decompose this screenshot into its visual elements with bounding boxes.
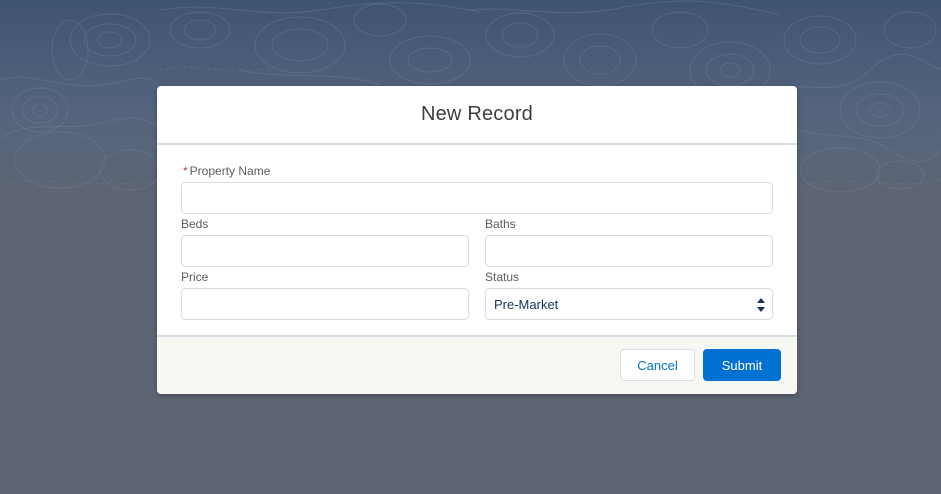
cancel-button[interactable]: Cancel bbox=[620, 349, 695, 381]
property-name-input[interactable] bbox=[181, 182, 773, 214]
required-marker: * bbox=[183, 164, 188, 178]
status-label: Status bbox=[485, 270, 520, 284]
baths-input[interactable] bbox=[485, 235, 773, 267]
submit-button[interactable]: Submit bbox=[703, 349, 781, 381]
property-name-label-text: Property Name bbox=[189, 164, 271, 178]
modal-body: * Property Name Beds Baths Price Status P… bbox=[157, 145, 797, 335]
modal-title: New Record bbox=[420, 103, 534, 125]
baths-label: Baths bbox=[485, 217, 516, 231]
status-selected-value: Pre-Market bbox=[494, 296, 559, 312]
status-select[interactable]: Pre-Market bbox=[485, 288, 773, 320]
modal-header: New Record bbox=[157, 86, 797, 145]
select-arrows-icon bbox=[757, 298, 765, 312]
property-name-label: * Property Name bbox=[183, 164, 270, 178]
beds-label: Beds bbox=[181, 217, 209, 231]
price-label: Price bbox=[181, 270, 209, 284]
price-input[interactable] bbox=[181, 288, 469, 320]
new-record-modal: New Record * Property Name Beds Baths Pri… bbox=[157, 86, 797, 394]
modal-footer: Cancel Submit bbox=[157, 335, 797, 394]
beds-input[interactable] bbox=[181, 235, 469, 267]
